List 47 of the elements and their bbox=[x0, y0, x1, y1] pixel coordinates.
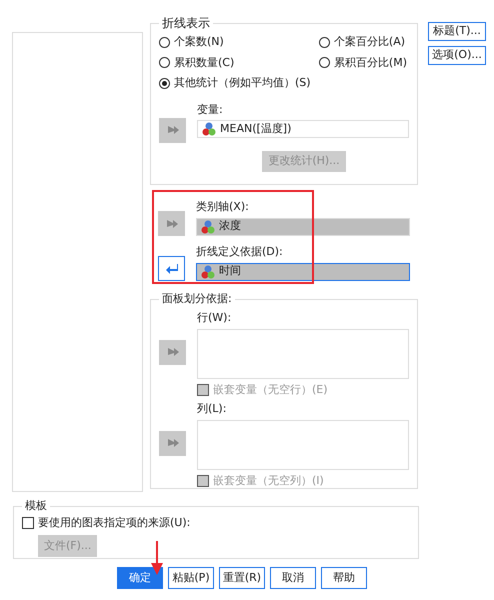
radio-label: 个案百分比(A) bbox=[334, 34, 406, 50]
variable-icon bbox=[202, 122, 216, 136]
dialog-button[interactable]: 重置(R) bbox=[219, 567, 265, 589]
move-button[interactable] bbox=[158, 256, 185, 281]
radio-label: 个案数(N) bbox=[174, 34, 224, 50]
side-button[interactable]: 选项(O)... bbox=[428, 46, 486, 65]
arrow-left-icon bbox=[164, 262, 178, 274]
checkbox-label: 嵌套变量（无空行）(E) bbox=[213, 382, 328, 398]
side-button[interactable]: 标题(T)... bbox=[428, 22, 486, 41]
radio-label: 累积百分比(M) bbox=[334, 54, 407, 70]
field-label: 行(W): bbox=[197, 310, 232, 326]
variable-field[interactable]: MEAN([温度]) bbox=[197, 120, 409, 138]
radio-button[interactable] bbox=[159, 36, 170, 48]
group-title: 面板划分依据: bbox=[161, 291, 233, 307]
dialog-button[interactable]: 帮助 bbox=[321, 567, 367, 589]
drop-field[interactable] bbox=[197, 420, 409, 470]
checkbox[interactable] bbox=[22, 516, 34, 529]
pointer-arrow bbox=[150, 541, 164, 575]
group-title: 折线表示 bbox=[161, 15, 211, 32]
variable-icon bbox=[201, 264, 215, 278]
variable-name: 浓度 bbox=[219, 218, 241, 234]
group-title: 模板 bbox=[24, 498, 48, 514]
checkbox-label: 嵌套变量（无空列）(I) bbox=[213, 473, 324, 489]
arrow-right-icon bbox=[166, 346, 180, 358]
radio-label: 累积数量(C) bbox=[174, 54, 234, 70]
variable-name: MEAN([温度]) bbox=[220, 120, 292, 137]
field-label: 列(L): bbox=[197, 400, 228, 416]
variable-field[interactable]: 浓度 bbox=[196, 218, 410, 236]
radio-button[interactable] bbox=[159, 78, 170, 89]
radio-label: 其他统计（例如平均值）(S) bbox=[174, 75, 311, 91]
dialog-button[interactable]: 取消 bbox=[270, 567, 316, 589]
field-label: 折线定义依据(D): bbox=[196, 244, 284, 260]
dialog-button[interactable]: 粘贴(P) bbox=[168, 567, 214, 589]
variable-name: 时间 bbox=[219, 263, 241, 280]
variable-icon bbox=[201, 220, 215, 234]
field-label: 类别轴(X): bbox=[196, 199, 250, 215]
arrow-right-icon bbox=[166, 124, 180, 136]
drop-field[interactable] bbox=[197, 329, 409, 379]
radio-button[interactable] bbox=[318, 57, 330, 68]
arrow-right-icon bbox=[166, 437, 180, 449]
arrow-right-icon bbox=[164, 218, 178, 230]
radio-button[interactable] bbox=[318, 36, 330, 48]
radio-button[interactable] bbox=[159, 57, 170, 68]
dialog-button[interactable]: 确定 bbox=[117, 567, 163, 589]
checkbox-label: 要使用的图表指定项的来源(U): bbox=[38, 514, 190, 530]
field-label: 变量: bbox=[197, 102, 224, 118]
variable-field[interactable]: 时间 bbox=[196, 262, 410, 280]
